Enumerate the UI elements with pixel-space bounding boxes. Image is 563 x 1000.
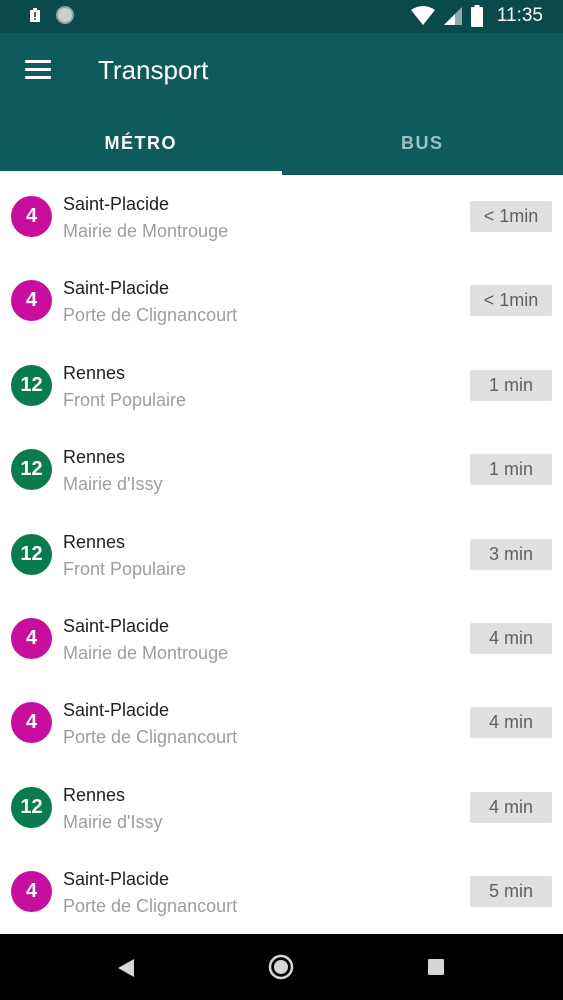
stop-name: Saint-Placide	[63, 869, 170, 890]
arrival-time-chip: 4 min	[470, 622, 552, 654]
destination-name: Porte de Clignancourt	[63, 727, 238, 748]
status-time: 11:35	[496, 5, 543, 26]
status-bar: 11:35	[0, 0, 563, 33]
tab-metro[interactable]: MÉTRO	[0, 111, 282, 175]
app-bar: Transport MÉTRO BUS	[0, 33, 563, 175]
line-badge: 12	[11, 533, 52, 575]
arrival-time-chip: 3 min	[470, 538, 552, 570]
tab-bar: MÉTRO BUS	[0, 111, 563, 175]
menu-icon[interactable]	[25, 60, 51, 82]
line-badge: 4	[11, 871, 52, 913]
home-icon[interactable]	[268, 954, 294, 980]
signal-icon	[443, 7, 462, 25]
departure-row[interactable]: 12 Rennes Mairie d'Issy 4 min	[0, 766, 563, 850]
departure-row[interactable]: 4 Saint-Placide Porte de Clignancourt 5 min	[0, 850, 563, 934]
destination-name: Front Populaire	[63, 558, 187, 579]
destination-name: Mairie de Montrouge	[63, 642, 229, 663]
sync-notification-icon	[56, 6, 74, 24]
arrival-time-chip: 5 min	[470, 876, 552, 908]
stop-name: Rennes	[63, 447, 126, 468]
arrival-time-chip: 1 min	[470, 369, 552, 401]
departure-row[interactable]: 12 Rennes Front Populaire 1 min	[0, 344, 563, 428]
stop-name: Saint-Placide	[63, 194, 170, 214]
departure-row[interactable]: 12 Rennes Front Populaire 3 min	[0, 513, 563, 597]
line-badge: 4	[11, 702, 52, 744]
destination-name: Mairie d'Issy	[63, 474, 163, 495]
recents-icon[interactable]	[428, 959, 444, 975]
arrival-time-chip: 4 min	[470, 791, 552, 823]
destination-name: Mairie de Montrouge	[63, 221, 229, 241]
line-badge: 12	[11, 449, 52, 491]
stop-name: Rennes	[63, 784, 126, 805]
arrival-time-chip: 1 min	[470, 454, 552, 486]
line-badge: 4	[11, 280, 52, 322]
tab-metro-label: MÉTRO	[104, 132, 177, 153]
wifi-icon	[410, 6, 435, 25]
alert-notification-icon	[30, 8, 40, 22]
departure-row[interactable]: 4 Saint-Placide Mairie de Montrouge 4 min	[0, 597, 563, 681]
system-navigation-bar	[0, 934, 563, 1000]
departure-list: 4 Saint-Placide Mairie de Montrouge < 1min 4…	[0, 175, 563, 935]
arrival-time-chip: < 1min	[470, 201, 552, 232]
departure-row[interactable]: 12 Rennes Mairie d'Issy 1 min	[0, 428, 563, 512]
arrival-time-chip: 4 min	[470, 707, 552, 739]
destination-name: Front Populaire	[63, 389, 187, 410]
stop-name: Rennes	[63, 362, 126, 383]
stop-name: Saint-Placide	[63, 700, 170, 721]
stop-name: Rennes	[63, 531, 126, 552]
battery-icon	[470, 5, 483, 27]
destination-name: Porte de Clignancourt	[63, 305, 238, 326]
stop-name: Saint-Placide	[63, 615, 170, 636]
stop-name: Saint-Placide	[63, 278, 170, 299]
page-title: Transport	[98, 55, 209, 85]
tab-bus-label: BUS	[400, 132, 444, 153]
back-icon[interactable]	[117, 958, 135, 978]
tab-bus[interactable]: BUS	[282, 111, 563, 175]
destination-name: Porte de Clignancourt	[63, 896, 238, 917]
line-badge: 12	[11, 786, 52, 828]
arrival-time-chip: < 1min	[470, 285, 552, 317]
line-badge: 4	[11, 617, 52, 659]
line-badge: 12	[11, 364, 52, 406]
departure-row[interactable]: 4 Saint-Placide Porte de Clignancourt 4 min	[0, 681, 563, 765]
departure-row[interactable]: 4 Saint-Placide Porte de Clignancourt < 1mi…	[0, 259, 563, 343]
line-badge: 4	[11, 196, 52, 237]
destination-name: Mairie d'Issy	[63, 811, 163, 832]
departure-row[interactable]: 4 Saint-Placide Mairie de Montrouge < 1min	[0, 175, 563, 259]
